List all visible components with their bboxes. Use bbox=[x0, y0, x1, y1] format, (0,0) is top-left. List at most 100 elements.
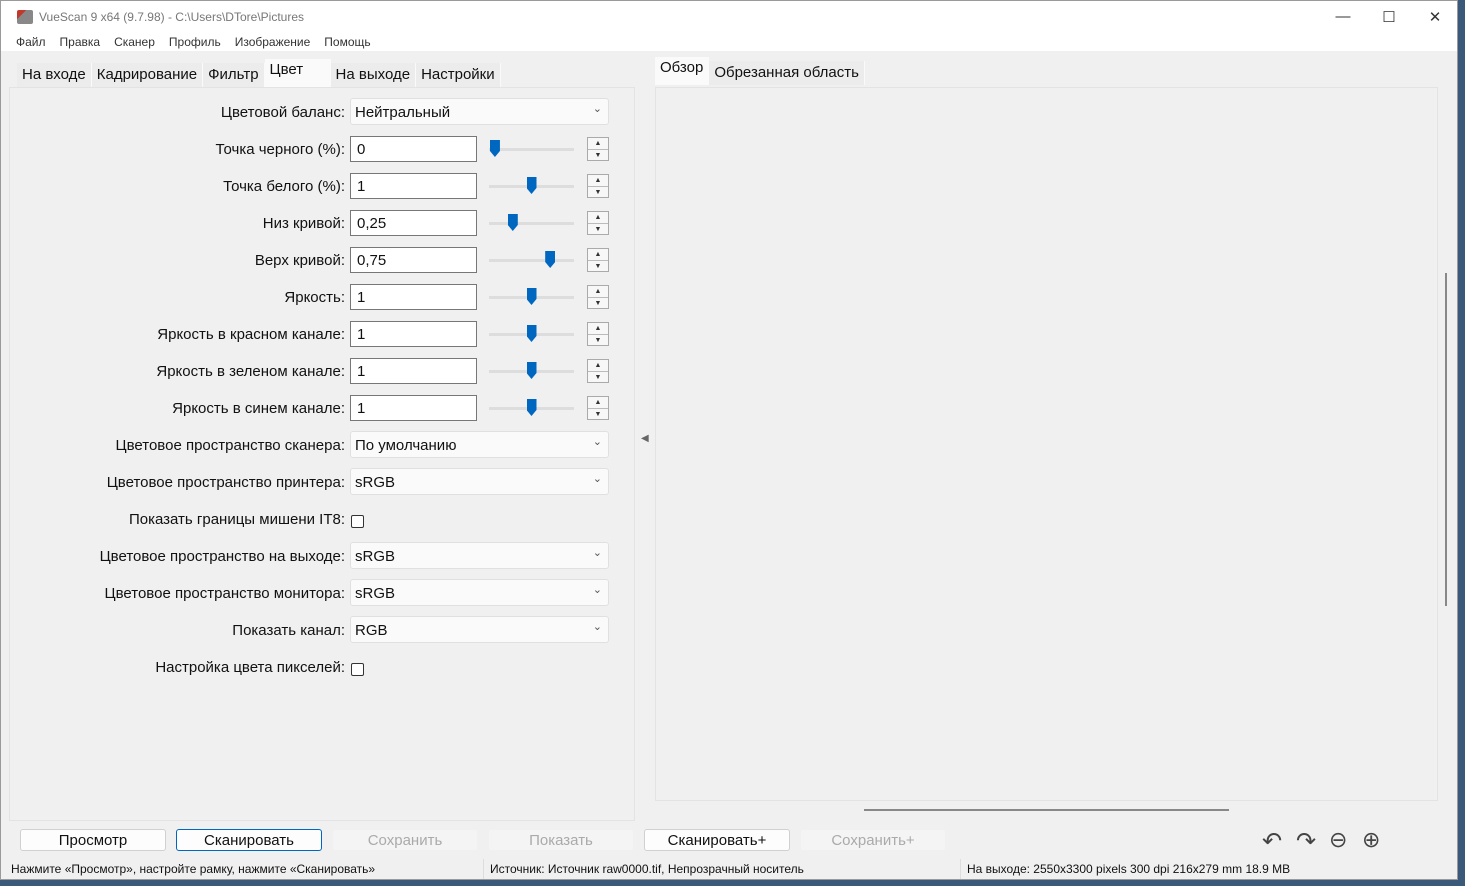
zoom-in-icon[interactable]: ⊕ bbox=[1362, 827, 1380, 853]
spin-down-icon[interactable]: ▼ bbox=[588, 186, 608, 197]
vertical-scrollbar[interactable] bbox=[1445, 273, 1447, 606]
slider-thumb[interactable] bbox=[545, 251, 556, 268]
setting-dropdown[interactable]: sRGB ⌄ bbox=[350, 542, 609, 569]
setting-row: Цветовой баланс: Нейтральный ⌄ bbox=[10, 95, 634, 132]
setting-slider[interactable] bbox=[489, 177, 574, 194]
tab-color[interactable]: Цвет bbox=[264, 59, 331, 87]
setting-dropdown[interactable]: sRGB ⌄ bbox=[350, 579, 609, 606]
menu-scanner[interactable]: Сканер bbox=[114, 35, 155, 49]
spin-buttons: ▲ ▼ bbox=[587, 322, 609, 346]
tab-filter[interactable]: Фильтр bbox=[203, 63, 265, 87]
save-plus-button[interactable]: Сохранить+ bbox=[800, 829, 946, 851]
status-source: Источник: Источник raw0000.tif, Непрозра… bbox=[488, 859, 961, 879]
setting-slider[interactable] bbox=[489, 399, 574, 416]
setting-row: Яркость в красном канале: 1 ▲ ▼ bbox=[10, 317, 634, 354]
setting-label: Настройка цвета пикселей: bbox=[155, 659, 345, 676]
spin-down-icon[interactable]: ▼ bbox=[588, 334, 608, 345]
setting-input[interactable]: 1 bbox=[350, 284, 477, 310]
setting-label: Цветовое пространство принтера: bbox=[106, 474, 345, 491]
collapse-panel-arrow-icon[interactable]: ◀ bbox=[641, 433, 649, 444]
spin-up-icon[interactable]: ▲ bbox=[588, 360, 608, 371]
save-button[interactable]: Сохранить bbox=[332, 829, 478, 851]
setting-input[interactable]: 0 bbox=[350, 136, 477, 162]
spin-up-icon[interactable]: ▲ bbox=[588, 286, 608, 297]
setting-row: Верх кривой: 0,75 ▲ ▼ bbox=[10, 243, 634, 280]
menu-image[interactable]: Изображение bbox=[235, 35, 311, 49]
spin-up-icon[interactable]: ▲ bbox=[588, 138, 608, 149]
slider-thumb[interactable] bbox=[526, 288, 537, 305]
setting-label: Точка черного (%): bbox=[215, 141, 346, 158]
scan-button[interactable]: Сканировать bbox=[176, 829, 322, 851]
setting-input[interactable]: 1 bbox=[350, 173, 477, 199]
tab-crop[interactable]: Кадрирование bbox=[91, 63, 204, 87]
setting-dropdown[interactable]: Нейтральный ⌄ bbox=[350, 98, 609, 125]
chevron-down-icon: ⌄ bbox=[592, 621, 602, 633]
rotate-right-icon[interactable]: ↷ bbox=[1296, 827, 1316, 856]
spin-down-icon[interactable]: ▼ bbox=[588, 223, 608, 234]
zoom-out-icon[interactable]: ⊖ bbox=[1329, 827, 1347, 853]
menu-edit[interactable]: Правка bbox=[60, 35, 101, 49]
setting-slider[interactable] bbox=[489, 362, 574, 379]
spin-buttons: ▲ ▼ bbox=[587, 211, 609, 235]
setting-checkbox[interactable] bbox=[351, 515, 364, 528]
dropdown-value: sRGB bbox=[355, 474, 396, 491]
dropdown-value: По умолчанию bbox=[355, 437, 457, 454]
preview-button[interactable]: Просмотр bbox=[20, 829, 166, 851]
chevron-down-icon: ⌄ bbox=[592, 436, 602, 448]
tab-cropped-area[interactable]: Обрезанная область bbox=[709, 61, 865, 85]
slider-thumb[interactable] bbox=[526, 325, 537, 342]
setting-slider[interactable] bbox=[489, 325, 574, 342]
minimize-button[interactable]: — bbox=[1320, 1, 1366, 32]
setting-checkbox[interactable] bbox=[351, 663, 364, 676]
spin-down-icon[interactable]: ▼ bbox=[588, 297, 608, 308]
setting-row: Показать канал: RGB ⌄ bbox=[10, 613, 634, 650]
setting-input[interactable]: 1 bbox=[350, 358, 477, 384]
setting-input[interactable]: 0,75 bbox=[350, 247, 477, 273]
slider-thumb[interactable] bbox=[489, 140, 500, 157]
tab-output[interactable]: На выходе bbox=[330, 63, 417, 87]
menu-profile[interactable]: Профиль bbox=[169, 35, 221, 49]
setting-row: Цветовое пространство монитора: sRGB ⌄ bbox=[10, 576, 634, 613]
chevron-down-icon: ⌄ bbox=[592, 473, 602, 485]
spin-buttons: ▲ ▼ bbox=[587, 359, 609, 383]
setting-slider[interactable] bbox=[489, 140, 574, 157]
setting-input[interactable]: 0,25 bbox=[350, 210, 477, 236]
slider-thumb[interactable] bbox=[507, 214, 518, 231]
scan-plus-button[interactable]: Сканировать+ bbox=[644, 829, 790, 851]
show-button[interactable]: Показать bbox=[488, 829, 634, 851]
horizontal-scrollbar[interactable] bbox=[864, 809, 1229, 811]
setting-dropdown[interactable]: RGB ⌄ bbox=[350, 616, 609, 643]
color-settings-form: Цветовой баланс: Нейтральный ⌄ Точка черног… bbox=[10, 95, 634, 687]
close-button[interactable]: ✕ bbox=[1412, 1, 1458, 32]
setting-input[interactable]: 1 bbox=[350, 395, 477, 421]
tab-preview[interactable]: Обзор bbox=[655, 57, 710, 85]
setting-dropdown[interactable]: sRGB ⌄ bbox=[350, 468, 609, 495]
spin-down-icon[interactable]: ▼ bbox=[588, 260, 608, 271]
menu-help[interactable]: Помощь bbox=[324, 35, 370, 49]
slider-thumb[interactable] bbox=[526, 399, 537, 416]
menu-file[interactable]: Файл bbox=[16, 35, 46, 49]
spin-buttons: ▲ ▼ bbox=[587, 248, 609, 272]
vuescan-window: VueScan 9 x64 (9.7.98) - C:\Users\DTore\… bbox=[0, 0, 1458, 880]
spin-up-icon[interactable]: ▲ bbox=[588, 212, 608, 223]
setting-slider[interactable] bbox=[489, 214, 574, 231]
setting-slider[interactable] bbox=[489, 251, 574, 268]
tab-input[interactable]: На входе bbox=[17, 63, 92, 87]
spin-up-icon[interactable]: ▲ bbox=[588, 323, 608, 334]
spin-down-icon[interactable]: ▼ bbox=[588, 408, 608, 419]
tab-prefs[interactable]: Настройки bbox=[416, 63, 501, 87]
spin-down-icon[interactable]: ▼ bbox=[588, 371, 608, 382]
maximize-button[interactable]: ☐ bbox=[1366, 1, 1412, 32]
setting-input[interactable]: 1 bbox=[350, 321, 477, 347]
slider-thumb[interactable] bbox=[526, 362, 537, 379]
setting-label: Яркость в зеленом канале: bbox=[156, 363, 345, 380]
slider-thumb[interactable] bbox=[526, 177, 537, 194]
setting-row: Цветовое пространство сканера: По умолчан… bbox=[10, 428, 634, 465]
spin-up-icon[interactable]: ▲ bbox=[588, 175, 608, 186]
spin-down-icon[interactable]: ▼ bbox=[588, 149, 608, 160]
spin-up-icon[interactable]: ▲ bbox=[588, 397, 608, 408]
rotate-left-icon[interactable]: ↶ bbox=[1262, 827, 1282, 856]
spin-up-icon[interactable]: ▲ bbox=[588, 249, 608, 260]
setting-slider[interactable] bbox=[489, 288, 574, 305]
setting-dropdown[interactable]: По умолчанию ⌄ bbox=[350, 431, 609, 458]
